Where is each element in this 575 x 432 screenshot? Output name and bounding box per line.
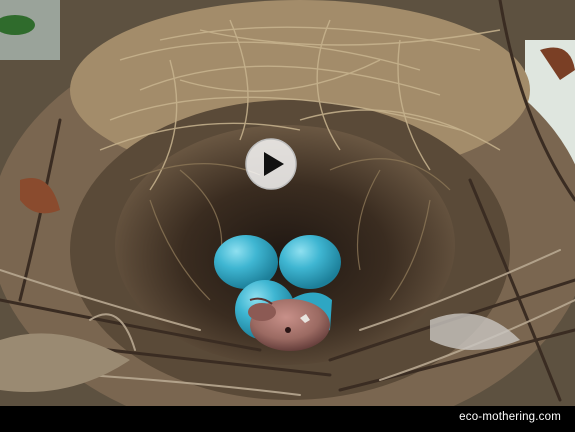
caption-bar: eco-mothering.com	[0, 406, 575, 432]
watermark-text: eco-mothering.com	[459, 411, 561, 423]
nest-photo	[0, 0, 575, 406]
play-icon	[245, 138, 297, 190]
play-button[interactable]	[244, 137, 298, 191]
video-frame[interactable]: eco-mothering.com	[0, 0, 575, 432]
